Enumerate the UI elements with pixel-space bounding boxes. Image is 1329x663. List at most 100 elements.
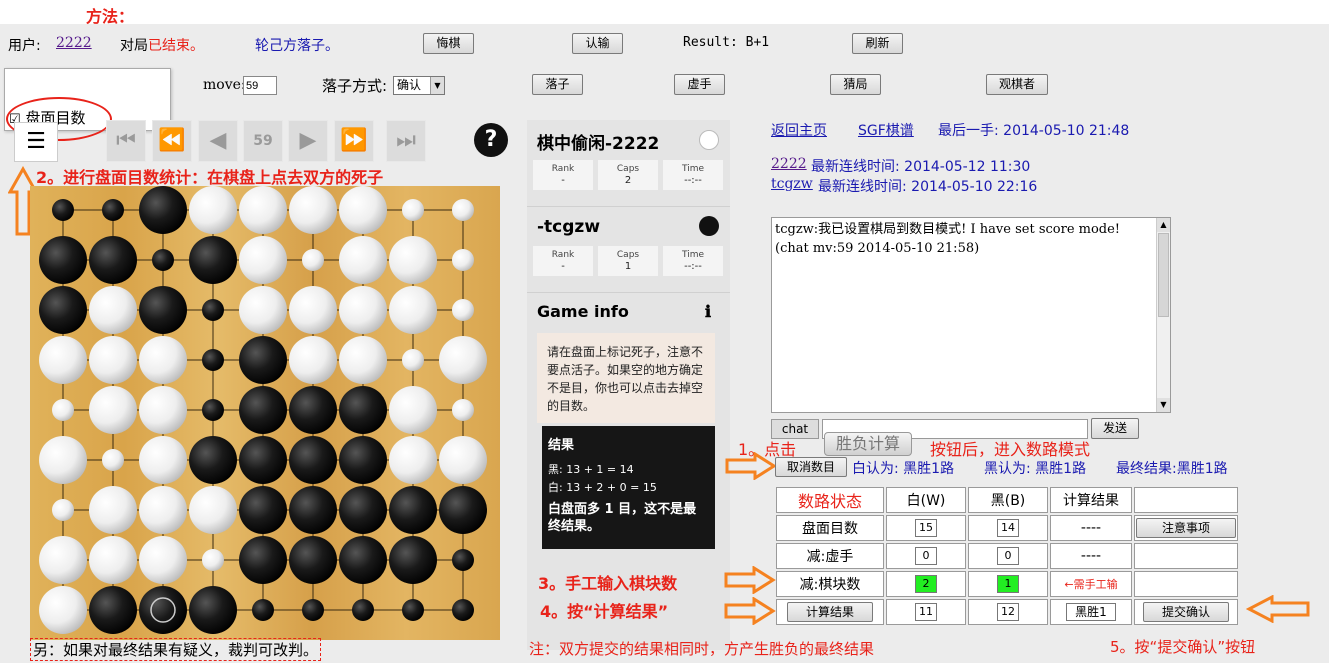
white-stone[interactable] <box>39 536 87 584</box>
black-stone[interactable] <box>339 436 387 484</box>
refresh-button[interactable]: 刷新 <box>852 33 903 54</box>
white-stone-marked-dead[interactable] <box>452 399 474 421</box>
go-board-grid[interactable] <box>30 186 500 640</box>
black-stone[interactable] <box>239 436 287 484</box>
white-stone[interactable] <box>39 336 87 384</box>
chat-scrollbar[interactable]: ▲ ▼ <box>1156 218 1170 412</box>
previous-move-icon[interactable]: ◀ <box>198 120 238 162</box>
white-stone[interactable] <box>189 486 237 534</box>
white-stone[interactable] <box>139 436 187 484</box>
black-stone[interactable] <box>89 236 137 284</box>
black-stone[interactable] <box>339 486 387 534</box>
white-stone[interactable] <box>389 436 437 484</box>
help-icon[interactable]: ? <box>474 123 508 157</box>
white-stone[interactable] <box>89 486 137 534</box>
white-stone[interactable] <box>139 486 187 534</box>
white-stone[interactable] <box>89 286 137 334</box>
go-board[interactable] <box>30 186 500 640</box>
black-stone-marked-dead[interactable] <box>252 599 274 621</box>
black-stone-marked-dead[interactable] <box>202 349 224 371</box>
last-move-icon[interactable]: ⏭ <box>386 120 426 162</box>
black-stone-marked-dead[interactable] <box>452 549 474 571</box>
white-stone[interactable] <box>389 386 437 434</box>
white-stone[interactable] <box>89 336 137 384</box>
black-value-input[interactable]: 0 <box>997 547 1019 565</box>
white-stone[interactable] <box>339 336 387 384</box>
white-stone-marked-dead[interactable] <box>452 299 474 321</box>
white-stone[interactable] <box>339 236 387 284</box>
black-stone[interactable] <box>239 536 287 584</box>
white-stone[interactable] <box>189 186 237 234</box>
white-group-input[interactable]: 2 <box>915 575 937 593</box>
place-stone-button[interactable]: 落子 <box>532 74 583 95</box>
black-stone[interactable] <box>439 486 487 534</box>
white-stone-marked-dead[interactable] <box>402 349 424 371</box>
black-group-input[interactable]: 1 <box>997 575 1019 593</box>
white-stone[interactable] <box>389 236 437 284</box>
black-stone[interactable] <box>189 586 237 634</box>
black-stone[interactable] <box>389 486 437 534</box>
user2-link[interactable]: tcgzw <box>771 176 813 192</box>
scroll-thumb[interactable] <box>1158 233 1169 317</box>
black-stone[interactable] <box>389 536 437 584</box>
white-stone[interactable] <box>89 536 137 584</box>
white-stone-marked-dead[interactable] <box>402 199 424 221</box>
white-stone-marked-dead[interactable] <box>452 249 474 271</box>
white-stone[interactable] <box>139 336 187 384</box>
guess-button[interactable]: 猜局 <box>830 74 881 95</box>
black-stone[interactable] <box>289 536 337 584</box>
user-name-link[interactable]: 2222 <box>56 35 92 51</box>
sgf-link[interactable]: SGF棋谱 <box>858 120 914 140</box>
black-stone-marked-dead[interactable] <box>52 199 74 221</box>
white-stone[interactable] <box>239 286 287 334</box>
black-stone[interactable] <box>289 436 337 484</box>
black-stone-marked-dead[interactable] <box>152 249 174 271</box>
white-stone-marked-dead[interactable] <box>52 499 74 521</box>
white-stone[interactable] <box>239 186 287 234</box>
submit-confirm-button[interactable]: 提交确认 <box>1143 602 1229 622</box>
white-stone-marked-dead[interactable] <box>452 199 474 221</box>
black-stone[interactable] <box>189 436 237 484</box>
undo-button[interactable]: 悔棋 <box>423 33 474 54</box>
black-stone[interactable] <box>289 386 337 434</box>
white-stone[interactable] <box>389 286 437 334</box>
black-stone-marked-dead[interactable] <box>202 299 224 321</box>
white-stone[interactable] <box>39 586 87 634</box>
calculate-result-button[interactable]: 计算结果 <box>787 602 873 622</box>
white-stone-marked-dead[interactable] <box>302 249 324 271</box>
black-stone[interactable] <box>339 386 387 434</box>
white-stone[interactable] <box>289 336 337 384</box>
chat-log[interactable]: tcgzw:我已设置棋局到数目模式! I have set score mode… <box>771 217 1171 413</box>
user1-link[interactable]: 2222 <box>771 156 807 172</box>
white-value-input[interactable]: 0 <box>915 547 937 565</box>
black-stone[interactable] <box>289 486 337 534</box>
info-icon[interactable]: ℹ <box>705 302 711 321</box>
home-link[interactable]: 返回主页 <box>771 120 827 140</box>
black-stone-marked-dead[interactable] <box>402 599 424 621</box>
cancel-count-button[interactable]: 取消数目 <box>775 457 847 477</box>
fast-forward-icon[interactable]: ⏩ <box>334 120 374 162</box>
place-mode-select[interactable]: 确认 ▼ <box>393 76 445 95</box>
observers-button[interactable]: 观棋者 <box>986 74 1048 95</box>
black-stone-marked-dead[interactable] <box>202 399 224 421</box>
notes-button[interactable]: 注意事项 <box>1136 518 1236 538</box>
white-value-input[interactable]: 15 <box>915 519 937 537</box>
white-stone-marked-dead[interactable] <box>52 399 74 421</box>
white-stone[interactable] <box>439 336 487 384</box>
rewind-icon[interactable]: ⏪ <box>152 120 192 162</box>
next-move-icon[interactable]: ▶ <box>288 120 328 162</box>
white-stone[interactable] <box>289 186 337 234</box>
white-stone[interactable] <box>39 436 87 484</box>
black-stone[interactable] <box>39 236 87 284</box>
move-input[interactable] <box>243 76 277 95</box>
white-stone-marked-dead[interactable] <box>102 449 124 471</box>
white-stone[interactable] <box>139 386 187 434</box>
scroll-up-icon[interactable]: ▲ <box>1157 218 1170 232</box>
black-stone-marked-dead[interactable] <box>102 199 124 221</box>
black-stone[interactable] <box>139 286 187 334</box>
white-stone-marked-dead[interactable] <box>202 549 224 571</box>
white-stone[interactable] <box>339 286 387 334</box>
white-stone[interactable] <box>139 536 187 584</box>
menu-icon[interactable]: ☰ <box>14 122 58 162</box>
black-stone[interactable] <box>239 386 287 434</box>
